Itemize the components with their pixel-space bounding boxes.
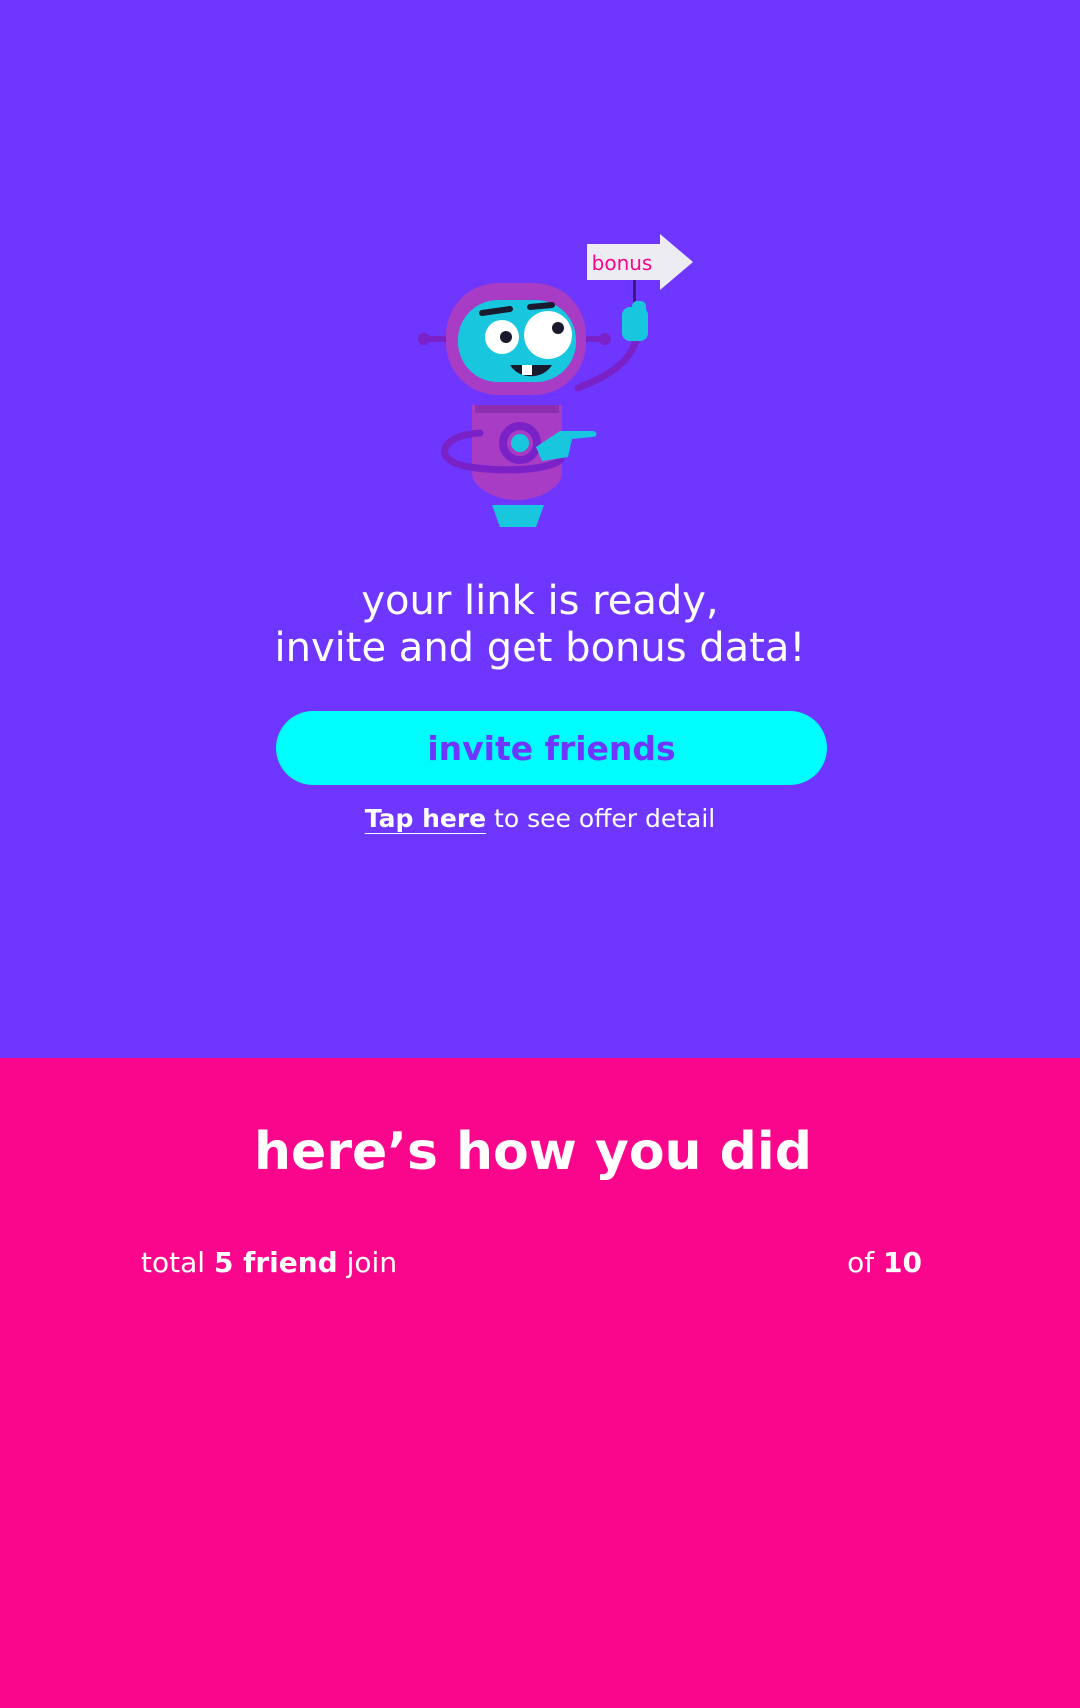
invite-friends-button[interactable]: invite friends: [276, 711, 827, 785]
headline: your link is ready, invite and get bonus…: [0, 578, 1080, 672]
stats-row: total 5 friend join of 10: [141, 1246, 922, 1279]
target-text: of 10: [847, 1246, 922, 1279]
of-prefix: of: [847, 1246, 884, 1279]
friends-joined-text: total 5 friend join: [141, 1246, 397, 1279]
tap-here-link[interactable]: Tap here: [365, 804, 486, 833]
offer-detail-line: Tap here to see offer detail: [0, 804, 1080, 833]
offer-detail-text: to see offer detail: [486, 804, 716, 833]
join-suffix: join: [337, 1246, 398, 1279]
target-count: 10: [883, 1246, 922, 1279]
invite-panel: bonus your link is ready, invite and get…: [0, 0, 1080, 1058]
bonus-sign-label: bonus: [592, 251, 653, 275]
headline-line-2: invite and get bonus data!: [274, 625, 806, 671]
total-prefix: total: [141, 1246, 214, 1279]
headline-line-1: your link is ready,: [361, 578, 719, 624]
results-title: here’s how you did: [254, 1122, 812, 1182]
friend-count: 5 friend: [213, 1246, 338, 1279]
robot-mascot-icon: bonus: [418, 234, 693, 527]
